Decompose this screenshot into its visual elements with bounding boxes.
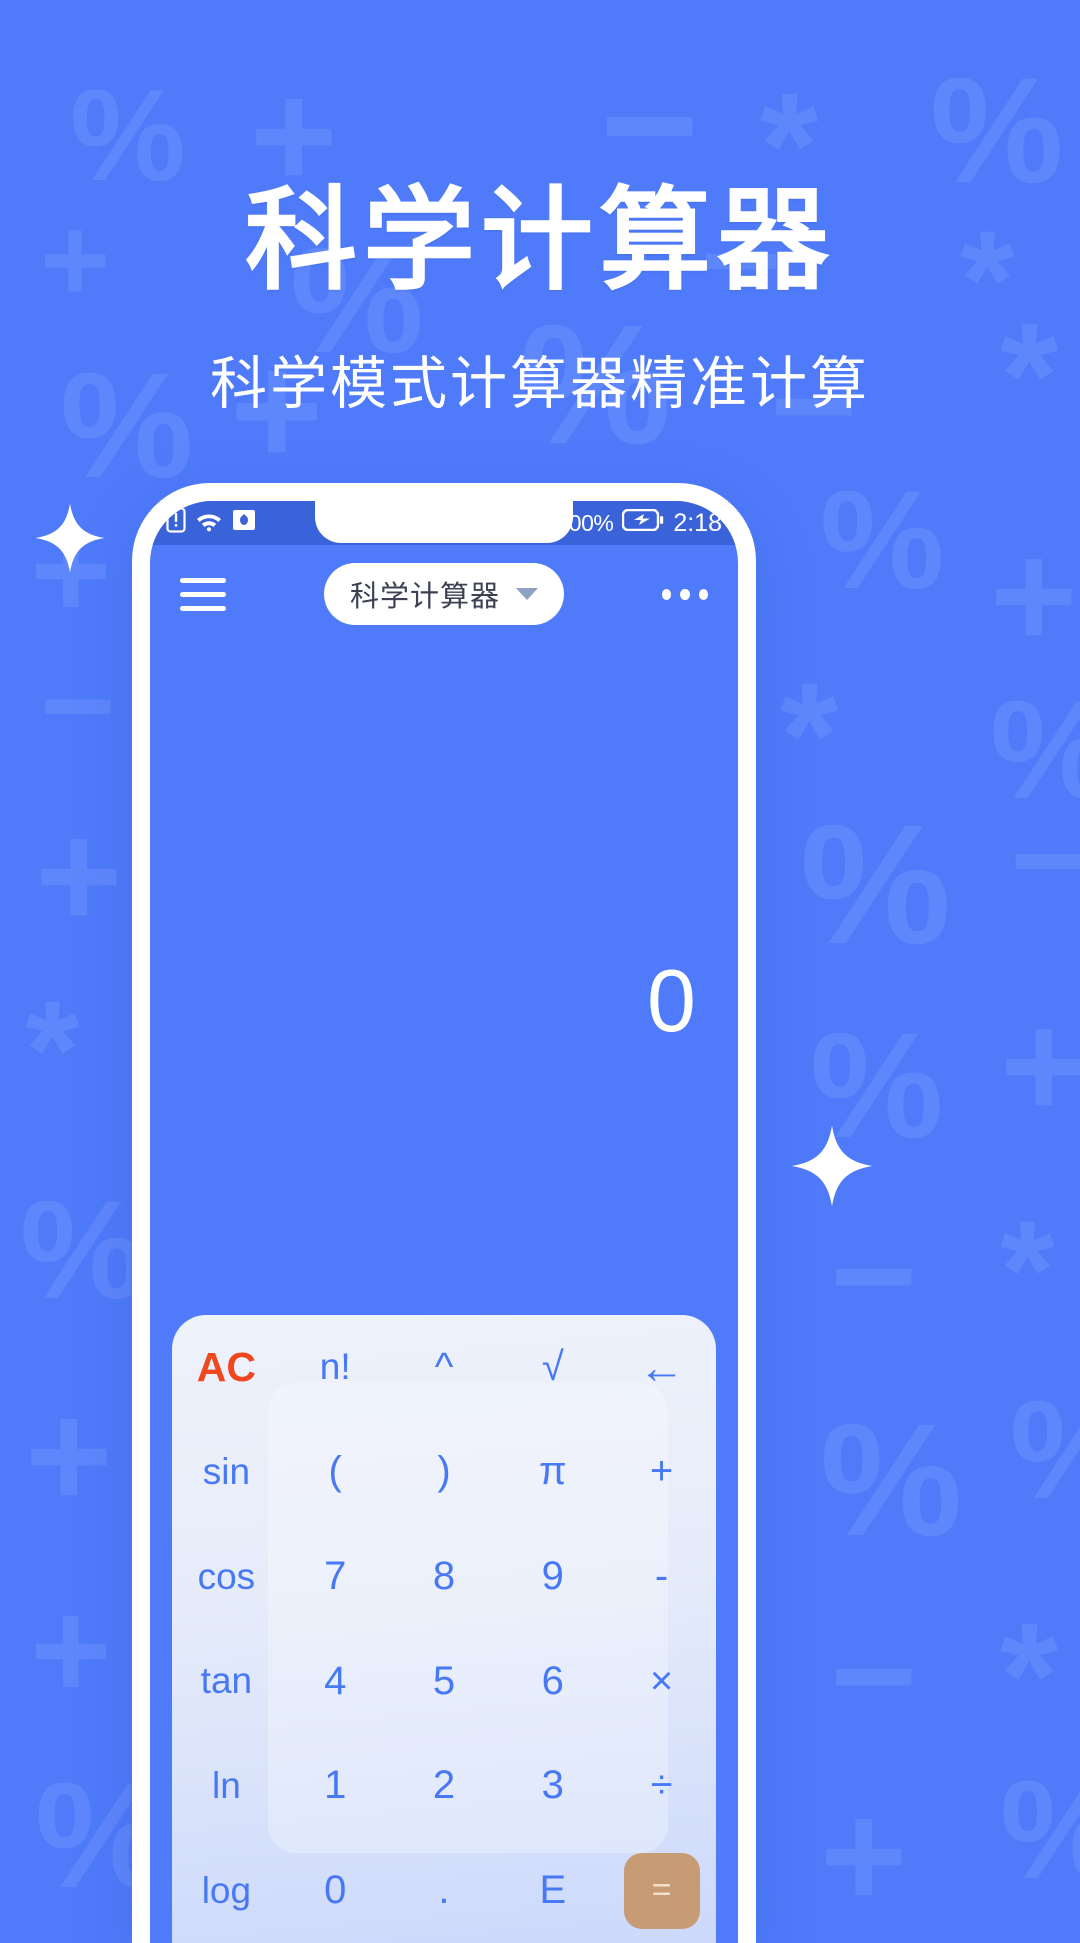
keypad-row: ln 1 2 3 ÷ bbox=[172, 1734, 716, 1839]
calculator-mode-label: 科学计算器 bbox=[349, 581, 500, 613]
key-4[interactable]: 4 bbox=[281, 1629, 390, 1734]
key-8[interactable]: 8 bbox=[390, 1524, 499, 1629]
key-3[interactable]: 3 bbox=[498, 1734, 607, 1839]
keypad-row: log 0. E = bbox=[172, 1838, 716, 1943]
background-symbol: − bbox=[830, 1591, 918, 1759]
background-symbol: * bbox=[1000, 1191, 1055, 1348]
status-bar: 100% 2:18 bbox=[150, 501, 738, 545]
background-symbol: + bbox=[820, 1771, 908, 1939]
battery-charging-icon bbox=[622, 508, 664, 537]
phone-mockup: 100% 2:18 科学计算器 0 AC n! ^ √ ← sin () π … bbox=[132, 483, 756, 1943]
key-7[interactable]: 7 bbox=[281, 1524, 390, 1629]
key-log[interactable]: log bbox=[172, 1838, 281, 1943]
background-symbol: − bbox=[40, 632, 116, 778]
keypad-row: sin() π + bbox=[172, 1420, 716, 1525]
calculator-mode-selector[interactable]: 科学计算器 bbox=[323, 563, 564, 625]
background-symbol: % bbox=[820, 1390, 963, 1569]
background-symbol: + bbox=[990, 511, 1078, 679]
key-open-paren[interactable]: ( bbox=[281, 1420, 390, 1525]
key-6[interactable]: 6 bbox=[498, 1629, 607, 1734]
display-notch bbox=[315, 501, 573, 543]
background-symbol: % bbox=[800, 790, 952, 980]
key-exponent[interactable]: E bbox=[498, 1838, 607, 1943]
background-symbol: % bbox=[20, 1171, 145, 1328]
key-sin[interactable]: sin bbox=[172, 1420, 281, 1525]
key-cos[interactable]: cos bbox=[172, 1524, 281, 1629]
app-bar: 科学计算器 bbox=[150, 545, 738, 643]
background-symbol: + bbox=[30, 1571, 112, 1728]
background-symbol: * bbox=[1000, 1591, 1059, 1759]
page-subtitle: 科学模式计算器精准计算 bbox=[210, 352, 870, 416]
phone-screen: 100% 2:18 科学计算器 0 AC n! ^ √ ← sin () π … bbox=[150, 501, 738, 1943]
key-equals[interactable]: = bbox=[607, 1838, 716, 1943]
key-tan[interactable]: tan bbox=[172, 1629, 281, 1734]
carrier-logo-icon bbox=[232, 508, 256, 538]
sim-card-icon bbox=[166, 507, 186, 539]
background-symbol: % bbox=[1010, 1380, 1080, 1520]
key-power[interactable]: ^ bbox=[390, 1315, 499, 1420]
display-value: 0 bbox=[647, 951, 696, 1050]
calculator-display: 0 bbox=[150, 643, 738, 1063]
key-divide[interactable]: ÷ bbox=[607, 1734, 716, 1839]
key-0[interactable]: 0 bbox=[281, 1838, 390, 1943]
key-2[interactable]: 2 bbox=[390, 1734, 499, 1839]
keypad-row: cos 7 8 9- bbox=[172, 1524, 716, 1629]
hamburger-menu-icon[interactable] bbox=[180, 577, 226, 611]
sparkle-star-right bbox=[790, 1124, 874, 1208]
key-close-paren[interactable]: ) bbox=[390, 1420, 499, 1525]
background-symbol: % bbox=[820, 461, 945, 618]
background-symbol: % bbox=[1000, 1760, 1080, 1900]
key-pi[interactable]: π bbox=[498, 1420, 607, 1525]
equals-button-face: = bbox=[623, 1852, 700, 1929]
background-symbol: % bbox=[990, 680, 1080, 820]
key-1[interactable]: 1 bbox=[281, 1734, 390, 1839]
sparkle-star-left bbox=[34, 502, 106, 574]
background-symbol: * bbox=[780, 651, 839, 819]
page-title: 科学计算器 bbox=[245, 178, 835, 303]
status-bar-clock: 2:18 bbox=[673, 508, 722, 537]
key-5[interactable]: 5 bbox=[390, 1629, 499, 1734]
more-options-icon[interactable] bbox=[662, 588, 708, 600]
key-decimal[interactable]: . bbox=[390, 1838, 499, 1943]
background-symbol: * bbox=[25, 971, 80, 1128]
wifi-icon bbox=[195, 508, 223, 538]
key-multiply[interactable]: × bbox=[607, 1629, 716, 1734]
key-backspace[interactable]: ← bbox=[607, 1315, 716, 1420]
key-minus[interactable]: - bbox=[607, 1524, 716, 1629]
key-square-root[interactable]: √ bbox=[498, 1315, 607, 1420]
background-symbol: + bbox=[35, 791, 123, 959]
background-symbol: + bbox=[1000, 981, 1080, 1149]
headline-block: 科学计算器 科学模式计算器精准计算 bbox=[0, 0, 1080, 420]
key-factorial[interactable]: n! bbox=[281, 1315, 390, 1420]
status-bar-left bbox=[166, 507, 256, 539]
calculator-keypad: AC n! ^ √ ← sin() π + cos 7 8 9- tan 4 5 6 × ln 1 2 3 ÷ log 0. E… bbox=[172, 1315, 716, 1943]
key-all-clear[interactable]: AC bbox=[172, 1315, 281, 1420]
key-9[interactable]: 9 bbox=[498, 1524, 607, 1629]
key-ln[interactable]: ln bbox=[172, 1734, 281, 1839]
keypad-row: tan 4 5 6 × bbox=[172, 1629, 716, 1734]
chevron-down-icon bbox=[516, 588, 538, 600]
background-symbol: − bbox=[830, 1191, 918, 1359]
status-bar-right: 100% 2:18 bbox=[557, 509, 723, 538]
key-plus[interactable]: + bbox=[607, 1420, 716, 1525]
background-symbol: + bbox=[25, 1371, 113, 1539]
background-symbol: − bbox=[1010, 781, 1080, 938]
keypad-row: AC n! ^ √ ← bbox=[172, 1315, 716, 1420]
